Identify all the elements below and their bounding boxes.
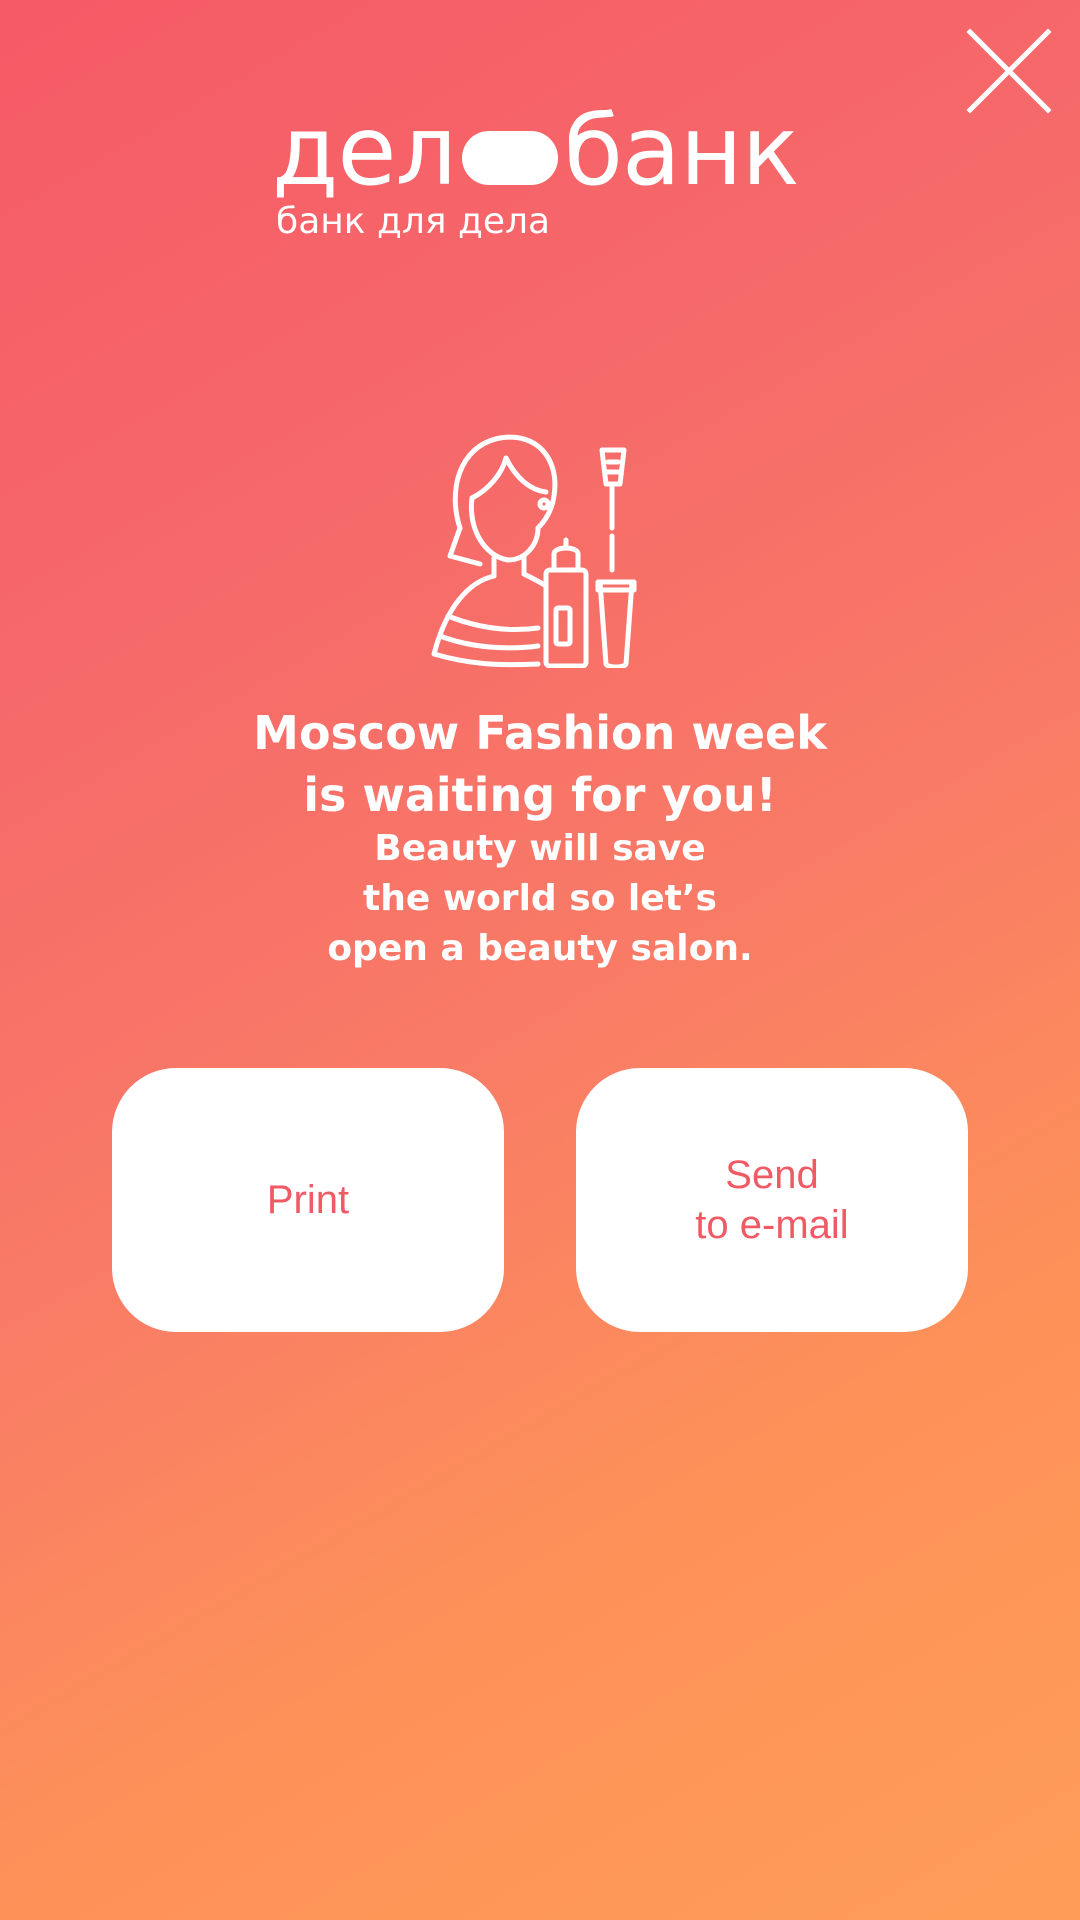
bank-logo-text-part1: дел: [272, 95, 457, 207]
logo-pill-icon: [461, 131, 558, 185]
close-button[interactable]: [962, 24, 1056, 118]
send-to-email-label-line-1: Send: [725, 1153, 819, 1197]
bank-logo-wordmark: дел банк: [272, 95, 800, 207]
subheadline-line-2: the world so let’s: [363, 878, 717, 919]
headline-line-2: is waiting for you!: [303, 768, 777, 822]
subheadline: Beauty will save the world so let’s open…: [0, 824, 1080, 974]
print-button[interactable]: Print: [112, 1068, 504, 1332]
send-to-email-label-line-2: to e-mail: [695, 1203, 849, 1247]
print-button-label: Print: [266, 1178, 350, 1222]
headline: Moscow Fashion week is waiting for you!: [0, 702, 1080, 826]
beauty-salon-icon: [428, 432, 652, 668]
bank-logo-text-part2: банк: [563, 95, 800, 207]
headline-line-1: Moscow Fashion week: [253, 706, 827, 760]
bank-logo: дел банк банк для дела: [272, 96, 812, 256]
bank-tagline: банк для дела: [276, 201, 551, 242]
close-icon: [966, 28, 1052, 114]
subheadline-line-3: open a beauty salon.: [327, 928, 753, 969]
send-to-email-button[interactable]: Send to e-mail: [576, 1068, 968, 1332]
subheadline-line-1: Beauty will save: [374, 828, 706, 869]
